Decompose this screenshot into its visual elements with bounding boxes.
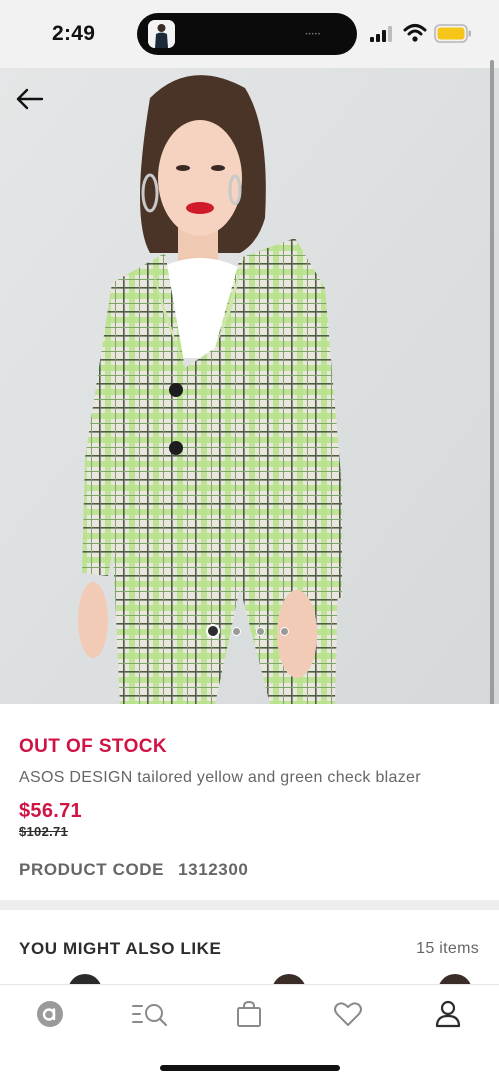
arrow-left-icon bbox=[16, 88, 44, 110]
nav-account[interactable] bbox=[426, 999, 470, 1029]
product-code-value: 1312300 bbox=[178, 860, 249, 879]
recommendations-count: 15 items bbox=[416, 940, 479, 957]
recommendation-thumbnail[interactable] bbox=[68, 974, 102, 984]
wifi-icon bbox=[403, 23, 427, 43]
battery-icon bbox=[434, 24, 472, 43]
back-button[interactable] bbox=[12, 86, 48, 112]
bag-icon bbox=[237, 1000, 261, 1027]
island-thumbnail bbox=[148, 20, 175, 48]
bottom-nav bbox=[0, 984, 499, 1080]
recommendations-title: YOU MIGHT ALSO LIKE bbox=[19, 939, 222, 958]
user-icon bbox=[435, 1000, 461, 1028]
carousel-dot-active[interactable] bbox=[206, 624, 220, 638]
carousel-dot[interactable] bbox=[280, 627, 289, 636]
island-indicator: ••••• bbox=[305, 32, 321, 38]
product-image-carousel[interactable] bbox=[0, 68, 499, 704]
product-title: ASOS DESIGN tailored yellow and green ch… bbox=[19, 769, 421, 786]
nav-home[interactable] bbox=[28, 999, 72, 1029]
stock-status: OUT OF STOCK bbox=[19, 736, 168, 757]
recommendation-thumbnail[interactable] bbox=[438, 974, 472, 984]
asos-logo-icon bbox=[37, 1001, 63, 1027]
original-price: $102.71 bbox=[19, 824, 69, 839]
section-divider bbox=[0, 900, 499, 910]
recommendation-thumbnail[interactable] bbox=[272, 974, 306, 984]
status-time: 2:49 bbox=[52, 22, 96, 45]
product-code-row: PRODUCT CODE 1312300 bbox=[19, 860, 248, 880]
carousel-dot[interactable] bbox=[232, 627, 241, 636]
product-code-label: PRODUCT CODE bbox=[19, 860, 165, 879]
signal-bars-icon bbox=[370, 26, 396, 42]
scrollbar[interactable] bbox=[490, 60, 494, 744]
status-bar: 2:49 ••••• bbox=[0, 0, 499, 68]
product-info: OUT OF STOCK ASOS DESIGN tailored yellow… bbox=[0, 704, 499, 900]
nav-saved[interactable] bbox=[326, 999, 370, 1029]
nav-bag[interactable] bbox=[227, 999, 271, 1029]
recommendations-section: YOU MIGHT ALSO LIKE 15 items bbox=[0, 910, 499, 984]
carousel-dots bbox=[206, 624, 296, 638]
home-indicator bbox=[160, 1065, 340, 1071]
heart-icon bbox=[334, 1002, 362, 1026]
dynamic-island: ••••• bbox=[137, 13, 357, 55]
current-price: $56.71 bbox=[19, 800, 82, 822]
search-icon bbox=[132, 1004, 168, 1027]
nav-search[interactable] bbox=[128, 999, 172, 1029]
product-photo bbox=[0, 68, 499, 704]
carousel-dot[interactable] bbox=[256, 627, 265, 636]
